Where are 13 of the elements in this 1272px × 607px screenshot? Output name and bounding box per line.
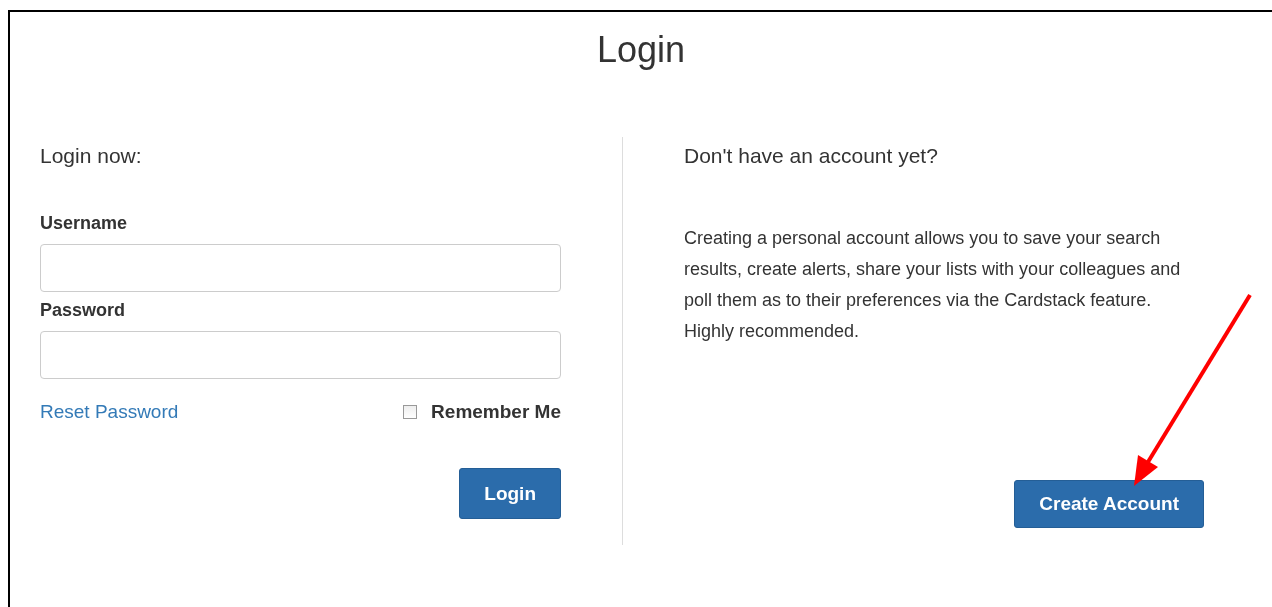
create-account-button[interactable]: Create Account [1014,480,1204,528]
field-label: Username [40,213,128,234]
section-heading: Login now: [40,144,142,168]
password-field[interactable] [40,331,561,379]
login-button[interactable]: Login [459,468,561,519]
page-title: Login [596,29,686,71]
section-heading: Don't have an account yet? [684,144,938,168]
username-field[interactable] [40,244,561,292]
reset-password-link[interactable]: Reset Password [40,401,179,423]
remember-me-label: Remember Me [431,401,561,423]
field-label: Password [40,300,126,321]
description-text: Creating a personal account allows you to save your search results, create alerts, share your lists with your colleagues and poll them as to their preferences via the Cardstack feature. Highly recommended. [684,227,1182,343]
remember-me-checkbox[interactable] [403,405,418,419]
